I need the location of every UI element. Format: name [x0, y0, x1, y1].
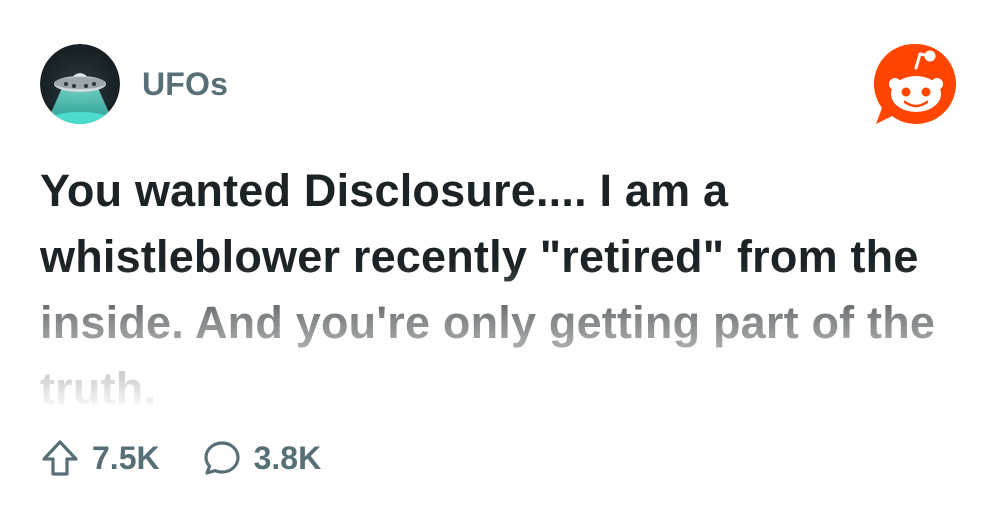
community-avatar[interactable] — [40, 44, 120, 124]
comment-count: 3.8K — [253, 439, 322, 476]
comment-bubble-icon — [203, 441, 240, 475]
post-stats: 7.5K 3.8K — [40, 430, 363, 486]
community-header[interactable]: UFOs — [40, 44, 228, 124]
reddit-logo-icon — [873, 43, 956, 124]
community-name[interactable]: UFOs — [142, 66, 228, 103]
ufo-icon — [40, 44, 120, 124]
reddit-logo — [870, 42, 962, 126]
post-title[interactable]: You wanted Disclosure.... I am a whistle… — [40, 158, 940, 404]
upvote-count: 7.5K — [92, 439, 160, 476]
comments-button[interactable]: 3.8K — [202, 438, 322, 478]
upvote-arrow-icon — [42, 440, 78, 476]
upvote-button[interactable]: 7.5K — [40, 438, 160, 478]
post-card[interactable]: UFOs You wanted Disclosure.... I am a wh… — [0, 0, 1000, 521]
